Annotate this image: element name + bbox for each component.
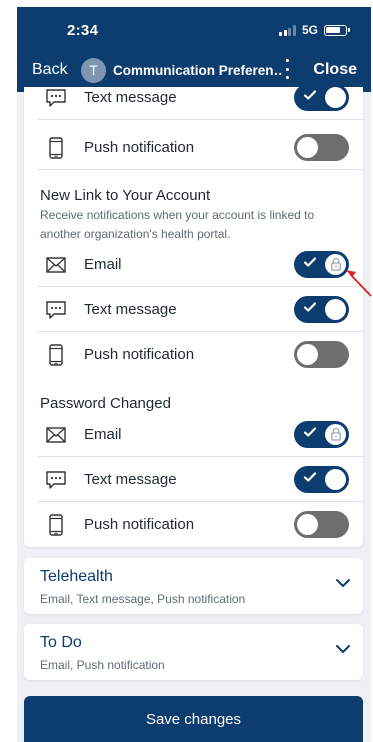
chevron-down-icon[interactable]	[335, 578, 351, 588]
check-icon	[303, 90, 317, 100]
pref-row-text-message: Text message	[24, 75, 363, 120]
lock-icon	[331, 427, 341, 441]
signal-icon	[279, 24, 296, 36]
pref-row-email: Email	[24, 412, 363, 457]
pref-label: Email	[84, 256, 122, 273]
pref-row-push-notification: Push notification	[24, 332, 363, 377]
pref-label: Push notification	[84, 346, 195, 363]
message-icon	[44, 298, 68, 322]
section-title: Password Changed	[40, 395, 171, 412]
todo-card[interactable]: To Do Email, Push notification	[24, 624, 363, 680]
lock-icon	[331, 257, 341, 271]
pref-label: Text message	[84, 89, 177, 106]
pref-label: Push notification	[84, 139, 195, 156]
pref-row-text-message: Text message	[24, 287, 363, 332]
status-bar: 2:34 5G	[17, 7, 371, 53]
check-icon	[303, 257, 317, 267]
check-icon	[303, 302, 317, 312]
phone-icon	[44, 136, 68, 160]
pref-label: Text message	[84, 471, 177, 488]
pref-label: Push notification	[84, 516, 195, 533]
check-icon	[303, 427, 317, 437]
phone-icon	[44, 343, 68, 367]
status-indicators: 5G	[279, 23, 350, 37]
pref-row-email: Email	[24, 242, 363, 287]
push-notification-toggle[interactable]	[294, 341, 349, 368]
app-screen: 2:34 5G Back T Communication Preferen… C…	[17, 7, 371, 742]
section-description: Receive notifications when your account …	[40, 208, 315, 241]
mail-icon	[44, 253, 68, 277]
status-time: 2:34	[67, 22, 99, 39]
push-notification-toggle[interactable]	[294, 511, 349, 538]
message-icon	[44, 468, 68, 492]
message-icon	[44, 86, 68, 110]
phone-icon	[44, 513, 68, 537]
card-subtitle: Email, Push notification	[40, 658, 165, 672]
mail-icon	[44, 423, 68, 447]
notification-settings-card: Text message Push notification New Link …	[24, 84, 363, 547]
save-changes-button[interactable]: Save changes	[24, 696, 363, 742]
text-message-toggle[interactable]	[294, 466, 349, 493]
card-title: Telehealth	[40, 568, 113, 585]
card-subtitle: Email, Text message, Push notification	[40, 592, 246, 606]
text-message-toggle[interactable]	[294, 84, 349, 111]
push-notification-toggle[interactable]	[294, 134, 349, 161]
check-icon	[303, 472, 317, 482]
battery-icon	[324, 24, 350, 36]
text-message-toggle[interactable]	[294, 296, 349, 323]
pref-row-text-message: Text message	[24, 457, 363, 502]
email-toggle-locked[interactable]	[294, 421, 349, 448]
card-title: To Do	[40, 634, 82, 651]
pref-row-push-notification: Push notification	[24, 125, 363, 170]
pref-row-push-notification: Push notification	[24, 502, 363, 547]
section-title: New Link to Your Account	[40, 187, 211, 204]
email-toggle-locked[interactable]	[294, 251, 349, 278]
chevron-down-icon[interactable]	[335, 644, 351, 654]
pref-label: Email	[84, 426, 122, 443]
pref-label: Text message	[84, 301, 177, 318]
network-label: 5G	[301, 23, 318, 37]
telehealth-card[interactable]: Telehealth Email, Text message, Push not…	[24, 558, 363, 614]
